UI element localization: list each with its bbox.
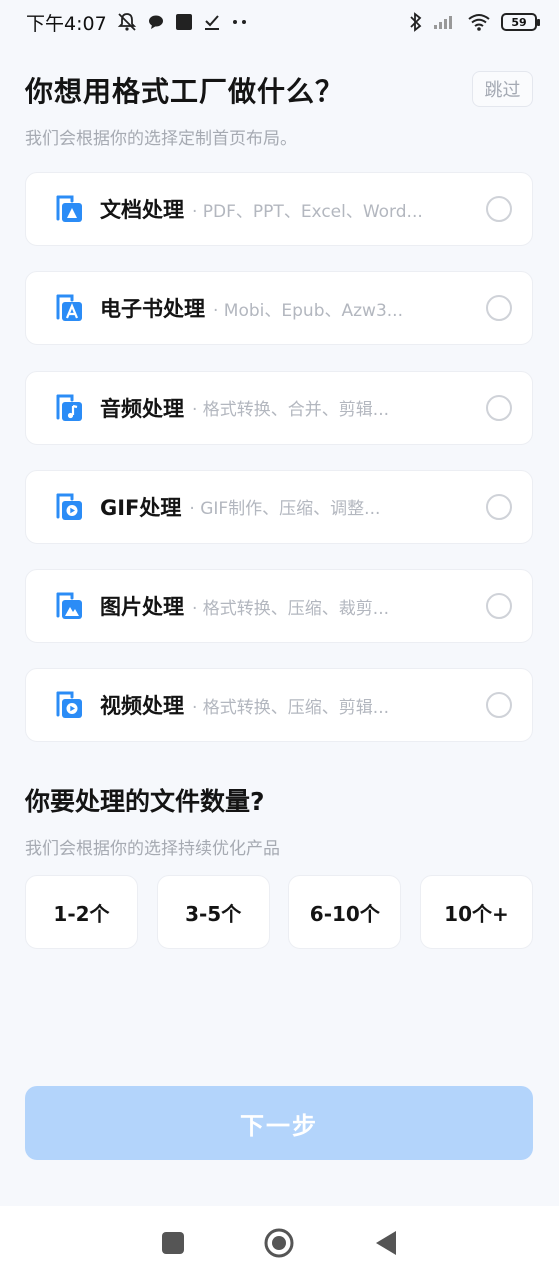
category-item-video[interactable]: 视频处理 · 格式转换、压缩、剪辑... [25,668,533,743]
audio-icon [56,394,82,421]
status-time: 下午4:07 [26,12,107,35]
home-button[interactable] [259,1223,299,1263]
page-title: 你想用格式工厂做什么？ [25,75,345,108]
category-item-audio[interactable]: 音频处理 · 格式转换、合并、剪辑... [25,370,533,445]
square-app-icon [175,13,193,31]
recent-apps-button[interactable] [153,1223,193,1263]
category-radio[interactable] [486,196,512,222]
category-desc: · 格式转换、合并、剪辑... [192,400,390,421]
category-radio[interactable] [486,295,512,322]
category-desc: · PDF、PPT、Excel、Word... [192,201,423,222]
category-item-gif[interactable]: GIF处理 · GIF制作、压缩、调整... [25,469,533,544]
more-dots-icon [231,18,249,26]
category-item-image[interactable]: 图片处理 · 格式转换、压缩、裁剪... [25,569,533,644]
back-triangle-icon [375,1231,396,1255]
download-check-icon [203,13,221,31]
image-icon [56,592,82,620]
category-desc: · Mobi、Epub、Azw3... [213,300,403,321]
battery-indicator: 59 [501,13,540,31]
category-item-ebook[interactable]: 电子书处理 · Mobi、Epub、Azw3... [25,271,533,346]
category-name: 电子书处理 [100,297,205,322]
category-desc: · 格式转换、压缩、裁剪... [192,598,390,619]
wifi-icon [467,13,491,31]
video-icon [56,691,82,719]
file-count-subtitle: 我们会根据你的选择持续优化产品 [25,839,280,859]
category-radio[interactable] [486,394,512,421]
category-radio[interactable] [486,593,512,620]
chat-bubble-icon [147,13,165,31]
category-list: 文档处理 · PDF、PPT、Excel、Word... 电子书处理 · Mob… [25,172,533,768]
page-subtitle: 我们会根据你的选择定制首页布局。 [25,129,297,149]
system-nav-bar [0,1206,559,1280]
category-radio[interactable] [486,493,512,520]
category-name: 图片处理 [100,595,184,620]
category-desc: · GIF制作、压缩、调整... [189,499,381,520]
square-icon [162,1232,185,1254]
file-count-title: 你要处理的文件数量? [25,787,265,816]
skip-button[interactable]: 跳过 [472,71,533,107]
document-icon [56,195,82,222]
category-name: 视频处理 [100,694,184,719]
count-option-6-10[interactable]: 6-10个 [288,875,402,949]
mute-bell-icon [117,12,137,32]
gif-icon [56,493,82,520]
signal-icon [433,14,457,30]
status-bar: 下午4:07 59 [0,0,559,44]
back-button[interactable] [366,1223,406,1263]
count-option-10-plus[interactable]: 10个+ [419,875,533,949]
bluetooth-icon [409,12,423,32]
category-desc: · 格式转换、压缩、剪辑... [192,697,390,718]
count-option-1-2[interactable]: 1-2个 [25,875,138,949]
category-name: 文档处理 [100,198,184,222]
next-step-button[interactable]: 下一步 [25,1086,533,1160]
count-option-3-5[interactable]: 3-5个 [156,875,270,949]
category-item-document[interactable]: 文档处理 · PDF、PPT、Excel、Word... [25,172,533,246]
home-circle-icon [264,1228,294,1258]
category-name: GIF处理 [100,495,182,520]
category-radio[interactable] [486,692,512,719]
ebook-icon [56,294,82,322]
file-count-options: 1-2个 3-5个 6-10个 10个+ [25,875,533,949]
category-name: 音频处理 [100,396,184,421]
